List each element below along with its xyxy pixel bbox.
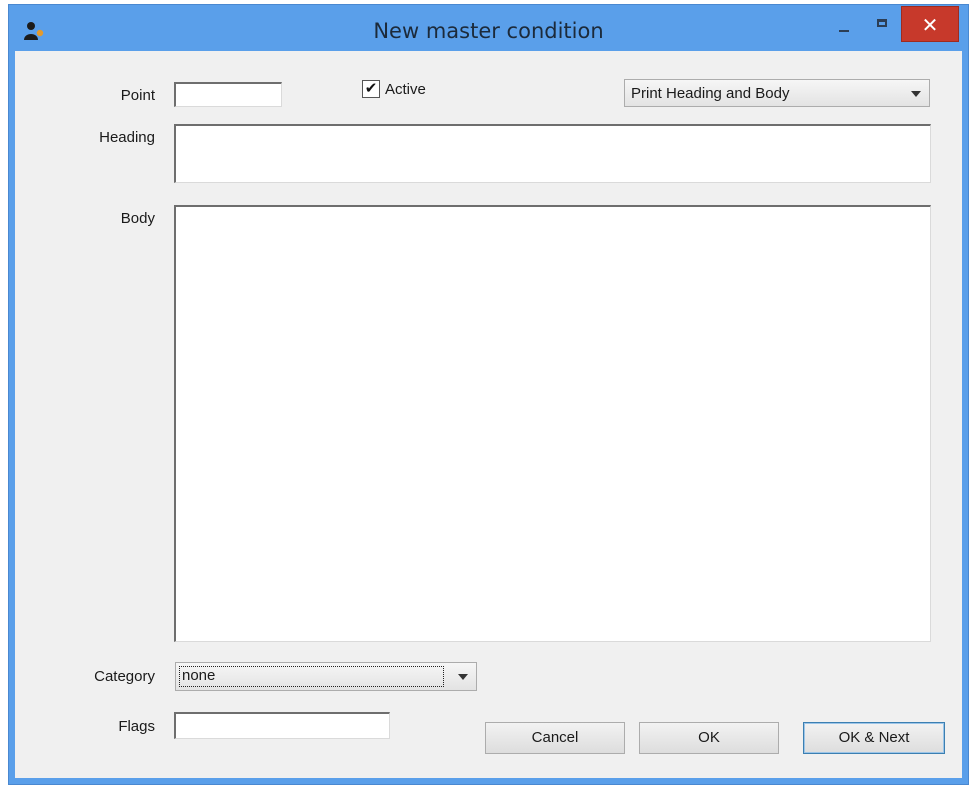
heading-label: Heading xyxy=(99,129,155,146)
point-label: Point xyxy=(120,87,155,104)
heading-textarea[interactable] xyxy=(174,124,931,183)
flags-input[interactable] xyxy=(174,712,390,739)
category-dropdown[interactable]: none xyxy=(175,662,477,691)
dialog-window: New master condition ✕ Point ✔ Active Pr… xyxy=(8,4,969,785)
flags-label: Flags xyxy=(118,718,155,735)
title-bar[interactable]: New master condition ✕ xyxy=(9,5,968,51)
maximize-button[interactable] xyxy=(865,7,899,43)
chevron-down-icon xyxy=(911,91,921,97)
active-label[interactable]: Active xyxy=(385,81,426,98)
print-mode-value: Print Heading and Body xyxy=(631,85,790,102)
maximize-icon xyxy=(877,19,887,27)
print-mode-dropdown[interactable]: Print Heading and Body xyxy=(624,79,930,107)
category-value: none xyxy=(179,666,444,687)
minimize-icon xyxy=(839,30,849,32)
ok-next-button[interactable]: OK & Next xyxy=(803,722,945,754)
minimize-button[interactable] xyxy=(827,7,861,43)
close-icon: ✕ xyxy=(921,13,939,37)
close-button[interactable]: ✕ xyxy=(901,6,959,42)
body-textarea[interactable] xyxy=(174,205,931,642)
window-title: New master condition xyxy=(373,19,604,43)
category-label: Category xyxy=(94,668,155,685)
cancel-button[interactable]: Cancel xyxy=(485,722,625,754)
point-input[interactable] xyxy=(174,82,282,107)
dialog-body: Point ✔ Active Print Heading and Body He… xyxy=(15,51,962,778)
active-checkbox[interactable]: ✔ xyxy=(362,80,380,98)
body-label: Body xyxy=(120,210,155,227)
chevron-down-icon xyxy=(458,674,468,680)
ok-button[interactable]: OK xyxy=(639,722,779,754)
